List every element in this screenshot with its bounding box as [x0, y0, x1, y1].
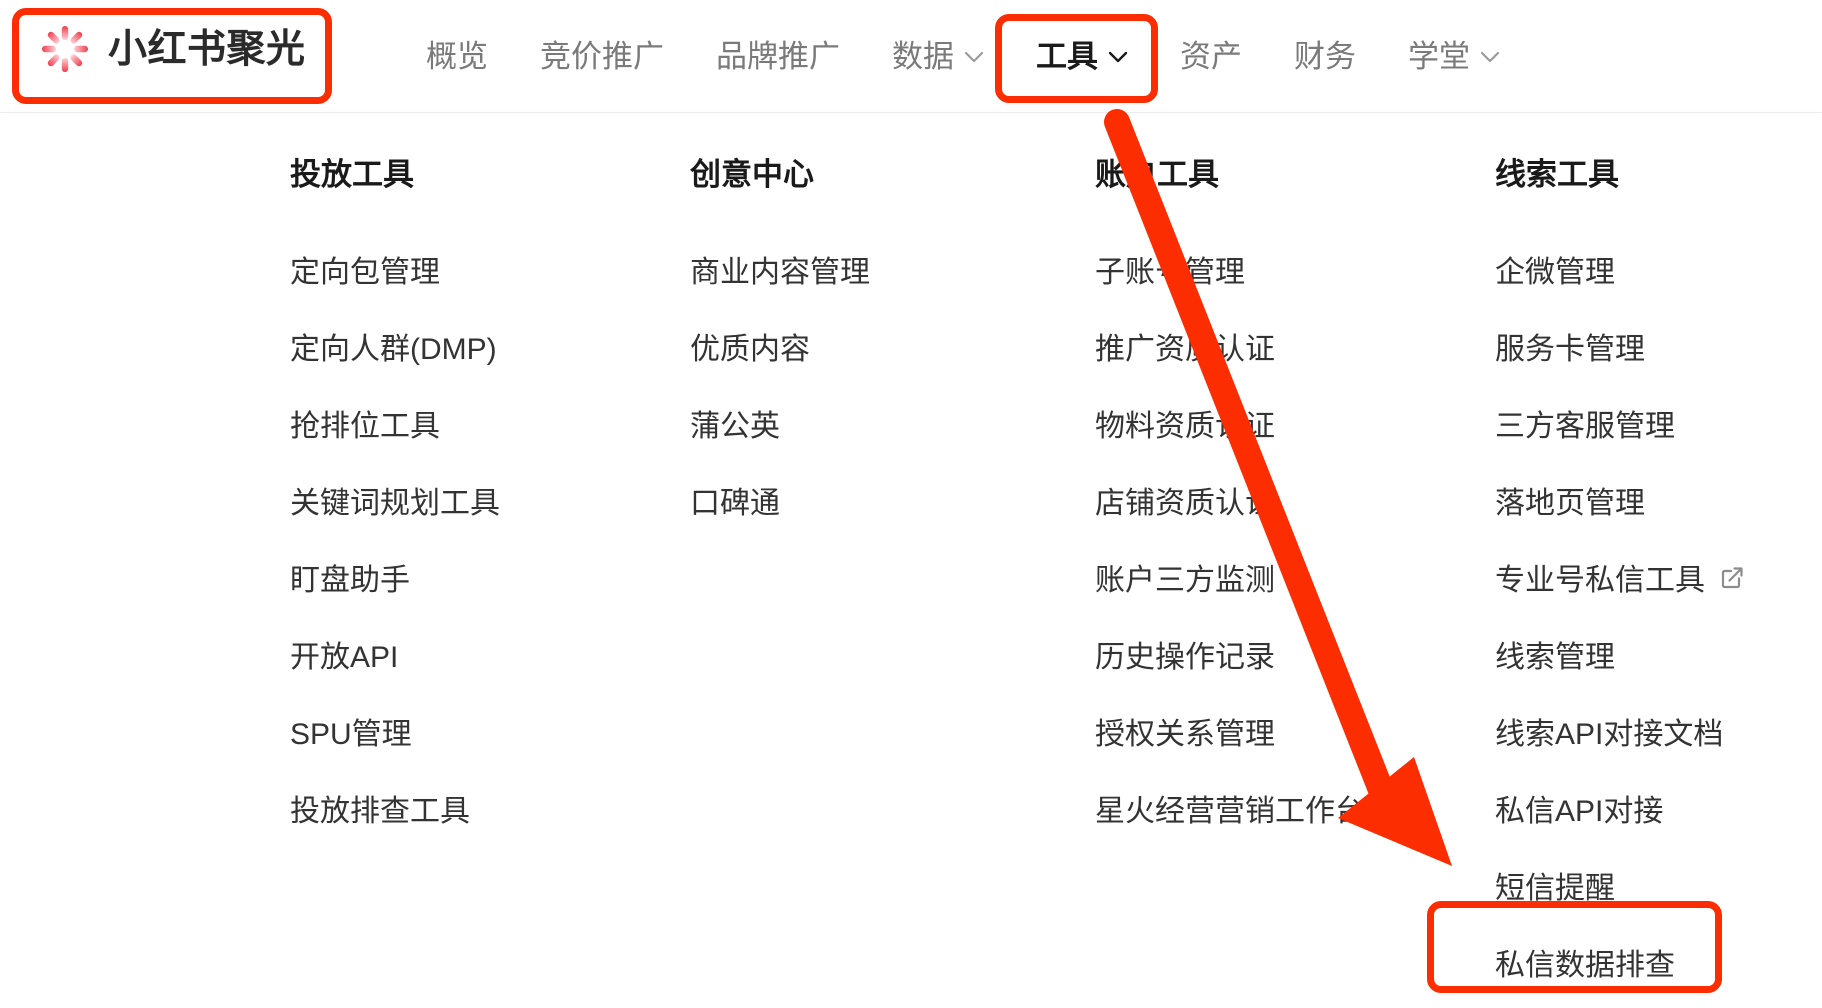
menu-item-word-of-mouth[interactable]: 口碑通 [690, 465, 870, 542]
menu-item-label: 店铺资质认证 [1095, 486, 1275, 520]
nav-item-label: 工具 [1036, 39, 1098, 74]
menu-item-open-api[interactable]: 开放API [290, 619, 500, 696]
menu-column-items: 商业内容管理 优质内容 蒲公英 口碑通 [690, 234, 870, 542]
nav-item-label: 财务 [1294, 39, 1356, 74]
menu-column-title: 创意中心 [690, 157, 814, 192]
menu-item-lead-management[interactable]: 线索管理 [1495, 619, 1745, 696]
external-link-icon [1721, 566, 1743, 588]
menu-column-items: 子账号管理 推广资质认证 物料资质认证 店铺资质认证 账户三方监测 历史操作记录… [1095, 234, 1365, 850]
brand-name: 小红书聚光 [108, 27, 306, 71]
menu-item-spu-management[interactable]: SPU管理 [290, 696, 500, 773]
menu-item-label: 账户三方监测 [1095, 563, 1275, 597]
menu-item-label: 子账号管理 [1095, 255, 1245, 289]
nav-item-academy[interactable]: 学堂 [1382, 0, 1526, 113]
menu-item-dm-data-troubleshoot[interactable]: 私信数据排查 [1495, 927, 1745, 1004]
menu-item-third-party-service[interactable]: 三方客服管理 [1495, 388, 1745, 465]
menu-item-label: 落地页管理 [1495, 486, 1645, 520]
menu-item-label: 优质内容 [690, 332, 810, 366]
menu-item-xinghuo-workbench[interactable]: 星火经营营销工作台 [1095, 773, 1365, 850]
menu-item-label: 定向包管理 [290, 255, 440, 289]
menu-item-shop-qualification[interactable]: 店铺资质认证 [1095, 465, 1365, 542]
menu-item-label: 定向人群(DMP) [290, 332, 497, 366]
starburst-icon [42, 26, 88, 72]
menu-item-label: 服务卡管理 [1495, 332, 1645, 366]
menu-column-title: 线索工具 [1495, 157, 1619, 192]
menu-item-dm-api[interactable]: 私信API对接 [1495, 773, 1745, 850]
nav-item-brand-promotion[interactable]: 品牌推广 [690, 0, 866, 113]
nav-item-label: 数据 [892, 39, 954, 74]
menu-item-enterprise-wechat[interactable]: 企微管理 [1495, 234, 1745, 311]
menu-item-pro-account-dm-tool[interactable]: 专业号私信工具 [1495, 542, 1745, 619]
menu-item-quality-content[interactable]: 优质内容 [690, 311, 870, 388]
menu-column-items: 定向包管理 定向人群(DMP) 抢排位工具 关键词规划工具 盯盘助手 开放API… [290, 234, 500, 850]
menu-item-operation-history[interactable]: 历史操作记录 [1095, 619, 1365, 696]
nav-item-finance[interactable]: 财务 [1268, 0, 1382, 113]
chevron-down-icon [964, 51, 984, 62]
menu-item-label: 私信数据排查 [1495, 948, 1675, 982]
nav-item-assets[interactable]: 资产 [1154, 0, 1268, 113]
menu-item-label: 开放API [290, 640, 399, 674]
menu-item-label: 短信提醒 [1495, 871, 1615, 905]
menu-item-promo-qualification[interactable]: 推广资质认证 [1095, 311, 1365, 388]
menu-item-label: 物料资质认证 [1095, 409, 1275, 443]
menu-item-label: 抢排位工具 [290, 409, 440, 443]
menu-item-label: 线索管理 [1495, 640, 1615, 674]
nav-item-label: 概览 [426, 39, 488, 74]
menu-item-label: 推广资质认证 [1095, 332, 1275, 366]
menu-column-items: 企微管理 服务卡管理 三方客服管理 落地页管理 专业号私信工具 线索管理 线索A… [1495, 234, 1745, 1004]
menu-item-dmp[interactable]: 定向人群(DMP) [290, 311, 500, 388]
menu-item-authorization-management[interactable]: 授权关系管理 [1095, 696, 1365, 773]
top-header: 小红书聚光 概览 竞价推广 品牌推广 数据 工具 资产 财务 学堂 [0, 0, 1822, 113]
chevron-down-icon [1480, 51, 1500, 62]
brand-logo-area[interactable]: 小红书聚光 [38, 22, 306, 76]
menu-item-label: 口碑通 [690, 486, 780, 520]
menu-item-label: 盯盘助手 [290, 563, 410, 597]
menu-item-delivery-troubleshoot[interactable]: 投放排查工具 [290, 773, 500, 850]
menu-item-label: 蒲公英 [690, 409, 780, 443]
menu-item-material-qualification[interactable]: 物料资质认证 [1095, 388, 1365, 465]
menu-item-dandelion[interactable]: 蒲公英 [690, 388, 870, 465]
nav-item-overview[interactable]: 概览 [400, 0, 514, 113]
menu-item-label: 授权关系管理 [1095, 717, 1275, 751]
menu-item-label: 商业内容管理 [690, 255, 870, 289]
chevron-down-icon [1108, 51, 1128, 62]
menu-column-title: 投放工具 [290, 157, 414, 192]
menu-column-title: 账户工具 [1095, 157, 1219, 192]
menu-item-monitor-assistant[interactable]: 盯盘助手 [290, 542, 500, 619]
nav-item-label: 学堂 [1408, 39, 1470, 74]
menu-item-label: 私信API对接 [1495, 794, 1664, 828]
nav-item-tools[interactable]: 工具 [1010, 0, 1154, 113]
menu-item-commercial-content[interactable]: 商业内容管理 [690, 234, 870, 311]
nav-item-label: 品牌推广 [716, 39, 840, 74]
menu-item-label: 投放排查工具 [290, 794, 470, 828]
menu-item-landing-page[interactable]: 落地页管理 [1495, 465, 1745, 542]
menu-item-label: 专业号私信工具 [1495, 563, 1705, 597]
menu-item-third-party-monitoring[interactable]: 账户三方监测 [1095, 542, 1365, 619]
menu-item-keyword-planner[interactable]: 关键词规划工具 [290, 465, 500, 542]
menu-item-service-card[interactable]: 服务卡管理 [1495, 311, 1745, 388]
menu-item-label: 企微管理 [1495, 255, 1615, 289]
menu-item-targeting-package[interactable]: 定向包管理 [290, 234, 500, 311]
nav-item-label: 竞价推广 [540, 39, 664, 74]
menu-item-label: SPU管理 [290, 717, 412, 751]
menu-item-label: 星火经营营销工作台 [1095, 794, 1365, 828]
menu-item-label: 历史操作记录 [1095, 640, 1275, 674]
menu-item-rank-grab[interactable]: 抢排位工具 [290, 388, 500, 465]
menu-item-label: 线索API对接文档 [1495, 717, 1724, 751]
menu-item-sms-reminder[interactable]: 短信提醒 [1495, 850, 1745, 927]
nav-item-data[interactable]: 数据 [866, 0, 1010, 113]
menu-item-lead-api-doc[interactable]: 线索API对接文档 [1495, 696, 1745, 773]
main-nav: 概览 竞价推广 品牌推广 数据 工具 资产 财务 学堂 [400, 0, 1526, 113]
nav-item-label: 资产 [1180, 39, 1242, 74]
menu-item-sub-account[interactable]: 子账号管理 [1095, 234, 1365, 311]
menu-item-label: 三方客服管理 [1495, 409, 1675, 443]
tools-dropdown-panel: 投放工具 定向包管理 定向人群(DMP) 抢排位工具 关键词规划工具 盯盘助手 … [0, 114, 1822, 1008]
menu-item-label: 关键词规划工具 [290, 486, 500, 520]
nav-item-bidding-promotion[interactable]: 竞价推广 [514, 0, 690, 113]
